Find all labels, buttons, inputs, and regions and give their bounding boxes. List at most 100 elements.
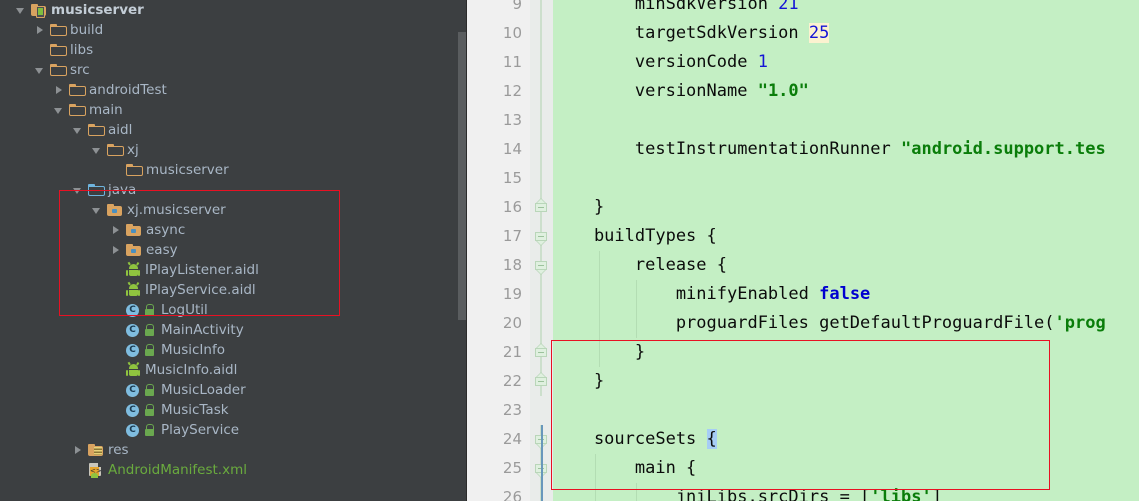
tree-item-musicserver[interactable]: musicserver bbox=[16, 0, 455, 20]
line-number-11: 11 bbox=[502, 53, 522, 71]
code-line-9: minSdkVersion 21 bbox=[553, 0, 799, 14]
tree-item-label: androidTest bbox=[89, 82, 167, 98]
tree-item-libs[interactable]: libs bbox=[35, 40, 455, 60]
tree-item-label: PlayService bbox=[161, 422, 240, 438]
chevron-right-icon[interactable] bbox=[111, 245, 122, 256]
chevron-right-icon[interactable] bbox=[111, 225, 122, 236]
tree-item-musicinfo-aidl[interactable]: MusicInfo.aidl bbox=[111, 360, 455, 380]
chevron-down-icon[interactable] bbox=[73, 125, 84, 136]
chevron-right-icon[interactable] bbox=[73, 445, 84, 456]
tree-item-iplayservice-aidl[interactable]: IPlayService.aidl bbox=[111, 280, 455, 300]
line-number-23: 23 bbox=[502, 401, 522, 419]
no-chevron-spacer bbox=[111, 345, 122, 356]
tree-item-musicinfo[interactable]: C MusicInfo bbox=[111, 340, 455, 360]
android-aidl-icon bbox=[126, 282, 140, 297]
line-number-12: 12 bbox=[502, 82, 522, 100]
chevron-down-icon[interactable] bbox=[16, 5, 27, 16]
line-number-16: 16 bbox=[502, 198, 522, 216]
chevron-down-icon[interactable] bbox=[54, 105, 65, 116]
code-line-11: versionCode 1 bbox=[553, 52, 768, 72]
tree-item-label: IPlayService.aidl bbox=[145, 282, 256, 298]
code-line-24: sourceSets { bbox=[553, 429, 717, 449]
line-number-10: 10 bbox=[502, 24, 522, 42]
folder-icon bbox=[69, 84, 86, 96]
tree-item-async[interactable]: async bbox=[111, 220, 455, 240]
indent-guide bbox=[594, 454, 596, 501]
tree-item-iplaylistener-aidl[interactable]: IPlayListener.aidl bbox=[111, 260, 455, 280]
tree-item-easy[interactable]: easy bbox=[111, 240, 455, 260]
tree-item-label: IPlayListener.aidl bbox=[145, 262, 259, 278]
tree-item-label: musicserver bbox=[146, 162, 229, 178]
tree-item-main[interactable]: main bbox=[54, 100, 455, 120]
code-line-25: main { bbox=[553, 458, 697, 478]
chevron-down-icon[interactable] bbox=[73, 185, 84, 196]
no-chevron-spacer bbox=[111, 405, 122, 416]
code-line-12: versionName "1.0" bbox=[553, 81, 809, 101]
code-line-22: } bbox=[553, 371, 605, 391]
tree-item-logutil[interactable]: C LogUtil bbox=[111, 300, 455, 320]
no-chevron-spacer bbox=[111, 165, 122, 176]
public-lock-icon bbox=[144, 303, 155, 317]
chevron-down-icon[interactable] bbox=[92, 205, 103, 216]
tree-item-label: build bbox=[70, 22, 104, 38]
res-folder-icon bbox=[88, 444, 103, 456]
package-folder-icon bbox=[126, 224, 141, 236]
no-chevron-spacer bbox=[73, 465, 84, 476]
chevron-right-icon[interactable] bbox=[35, 25, 46, 36]
line-number-22: 22 bbox=[502, 372, 522, 390]
java-class-icon: C bbox=[126, 323, 139, 337]
tree-item-musictask[interactable]: C MusicTask bbox=[111, 400, 455, 420]
java-class-icon: C bbox=[126, 423, 139, 437]
project-tree-scrollbar-thumb[interactable] bbox=[458, 32, 466, 320]
line-number-21: 21 bbox=[502, 343, 522, 361]
tree-item-src[interactable]: src bbox=[35, 60, 455, 80]
tree-item-label: musicserver bbox=[51, 2, 144, 18]
code-line-17: buildTypes { bbox=[553, 226, 717, 246]
tree-item-label: xj bbox=[127, 142, 139, 158]
package-folder-icon bbox=[126, 244, 141, 256]
line-number-20: 20 bbox=[502, 314, 522, 332]
tree-item-res[interactable]: res bbox=[73, 440, 455, 460]
folder-icon bbox=[69, 104, 86, 116]
tree-item-build[interactable]: build bbox=[35, 20, 455, 40]
tree-item-label: java bbox=[108, 182, 137, 198]
tree-item-java[interactable]: java bbox=[73, 180, 455, 200]
line-number-15: 15 bbox=[502, 169, 522, 187]
folder-icon bbox=[126, 164, 143, 176]
tree-item-label: libs bbox=[70, 42, 94, 58]
folder-icon bbox=[50, 64, 67, 76]
public-lock-icon bbox=[144, 343, 155, 357]
line-number-14: 14 bbox=[502, 140, 522, 158]
line-number-9: 9 bbox=[512, 0, 522, 13]
tree-item-xj-musicserver[interactable]: xj.musicserver bbox=[92, 200, 455, 220]
package-folder-icon bbox=[107, 204, 122, 216]
tree-item-label: src bbox=[70, 62, 90, 78]
android-aidl-icon bbox=[126, 262, 140, 277]
tree-item-musicserver[interactable]: musicserver bbox=[111, 160, 455, 180]
code-line-14: testInstrumentationRunner "android.suppo… bbox=[553, 139, 1106, 159]
project-explorer[interactable]: musicserver build libs src androidTest main ai… bbox=[0, 0, 467, 501]
tree-item-musicloader[interactable]: C MusicLoader bbox=[111, 380, 455, 400]
editor-code-area[interactable]: minSdkVersion 21 targetSdkVersion 25 ver… bbox=[553, 0, 1139, 501]
chevron-right-icon[interactable] bbox=[54, 85, 65, 96]
tree-item-mainactivity[interactable]: C MainActivity bbox=[111, 320, 455, 340]
tree-item-label: aidl bbox=[108, 122, 133, 138]
chevron-down-icon[interactable] bbox=[92, 145, 103, 156]
editor-gutter[interactable]: 9101112131415161718192021222324252627282… bbox=[467, 0, 530, 501]
tree-item-androidtest[interactable]: androidTest bbox=[54, 80, 455, 100]
java-class-icon: C bbox=[126, 303, 139, 317]
code-line-16: } bbox=[553, 197, 605, 217]
tree-item-playservice[interactable]: C PlayService bbox=[111, 420, 455, 440]
code-line-18: release { bbox=[553, 255, 727, 275]
tree-item-androidmanifest-xml[interactable]: <> AndroidManifest.xml bbox=[73, 460, 455, 480]
tree-item-label: res bbox=[108, 442, 129, 458]
code-editor[interactable]: 9101112131415161718192021222324252627282… bbox=[467, 0, 1139, 501]
chevron-down-icon[interactable] bbox=[35, 65, 46, 76]
tree-item-label: MusicLoader bbox=[161, 382, 246, 398]
tree-item-xj[interactable]: xj bbox=[92, 140, 455, 160]
vcs-change-marker[interactable] bbox=[541, 425, 543, 501]
tree-item-aidl[interactable]: aidl bbox=[73, 120, 455, 140]
public-lock-icon bbox=[144, 383, 155, 397]
no-chevron-spacer bbox=[111, 385, 122, 396]
folder-icon bbox=[50, 44, 67, 56]
